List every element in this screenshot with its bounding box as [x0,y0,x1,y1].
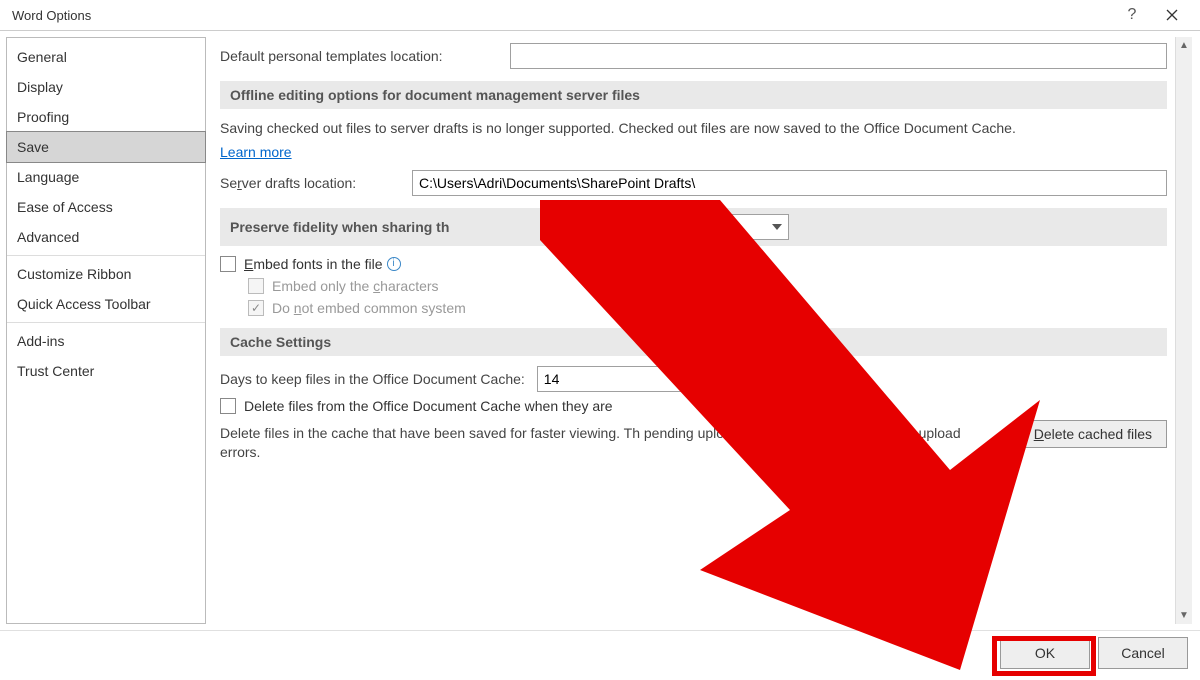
scroll-down-button[interactable]: ▼ [1176,607,1192,624]
sidebar-item-advanced[interactable]: Advanced [7,222,205,252]
offline-note: Saving checked out files to server draft… [220,119,1167,138]
learn-more-link[interactable]: Learn more [220,144,292,160]
options-panel: Default personal templates location: Off… [220,37,1167,624]
dialog-footer: OK Cancel [0,630,1200,674]
sidebar-item-language[interactable]: Language [7,162,205,192]
delete-note: Delete files in the cache that have been… [220,424,999,462]
sidebar-separator [7,322,205,323]
fidelity-heading-text: Preserve fidelity when sharing th [230,219,449,235]
templates-input[interactable] [510,43,1167,69]
sidebar-item-ease-of-access[interactable]: Ease of Access [7,192,205,222]
vertical-scrollbar[interactable]: ▲ ▼ [1175,37,1192,624]
help-button[interactable]: ? [1112,0,1152,30]
server-drafts-label: Server drafts location: [220,175,400,191]
cancel-button[interactable]: Cancel [1098,637,1188,669]
embed-fonts-checkbox[interactable] [220,256,236,272]
cache-days-input[interactable] [537,366,732,392]
section-fidelity-heading: Preserve fidelity when sharing th Docume… [220,208,1167,246]
section-cache-heading: Cache Settings [220,328,1167,356]
section-offline-heading: Offline editing options for document man… [220,81,1167,109]
sidebar-item-add-ins[interactable]: Add-ins [7,326,205,356]
cache-days-label: Days to keep files in the Office Documen… [220,371,525,387]
delete-on-close-checkbox[interactable] [220,398,236,414]
delete-on-close-label: Delete files from the Office Document Ca… [244,398,613,414]
sidebar-item-customize-ribbon[interactable]: Customize Ribbon [7,259,205,289]
sidebar-separator [7,255,205,256]
sidebar-item-trust-center[interactable]: Trust Center [7,356,205,386]
info-icon[interactable]: i [387,257,401,271]
sidebar-item-display[interactable]: Display [7,72,205,102]
templates-label: Default personal templates location: [220,48,510,64]
sidebar-item-general[interactable]: General [7,42,205,72]
window-title: Word Options [12,8,1112,23]
sidebar: General Display Proofing Save Language E… [6,37,206,624]
titlebar: Word Options ? [0,0,1200,30]
document-icon [594,218,612,236]
embed-chars-checkbox [248,278,264,294]
chevron-down-icon [772,224,782,230]
embed-fonts-label: Embed fonts in the file [244,256,383,272]
sidebar-item-quick-access-toolbar[interactable]: Quick Access Toolbar [7,289,205,319]
sidebar-item-save[interactable]: Save [6,131,206,163]
sidebar-item-proofing[interactable]: Proofing [7,102,205,132]
no-common-fonts-label: Do not embed common system [272,300,466,316]
no-common-fonts-checkbox [248,300,264,316]
server-drafts-input[interactable] [412,170,1167,196]
close-button[interactable] [1152,0,1192,30]
delete-cached-files-button[interactable]: Delete cached files [1019,420,1167,448]
fidelity-document-combo[interactable]: Document1 [589,214,789,240]
ok-button[interactable]: OK [1000,637,1090,669]
fidelity-document-value: Document1 [616,219,688,235]
close-icon [1166,9,1178,21]
embed-chars-label: Embed only the characters educing file s… [272,278,771,294]
scroll-up-button[interactable]: ▲ [1176,37,1192,54]
